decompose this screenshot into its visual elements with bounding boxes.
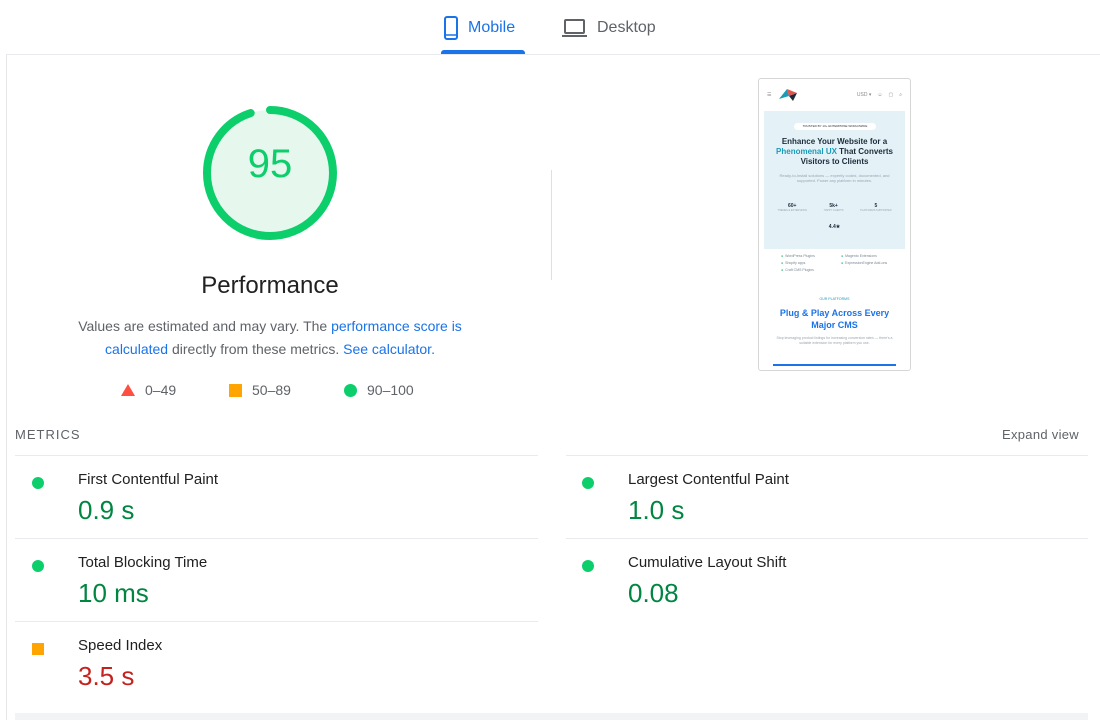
- phone-icon: [444, 15, 458, 40]
- thumb-subtext2: Stop leveraging product listings for inc…: [776, 336, 893, 345]
- thumb-stat: 60+ THEMES & EXTENSIONS: [777, 203, 807, 212]
- thumb-menu-icon: ☰: [767, 92, 772, 98]
- thumb-list-item: Craft CMS Plugins: [781, 268, 841, 272]
- thumb-stats: 60+ THEMES & EXTENSIONS 5k+ HAPPY CLIENTS …: [769, 203, 900, 212]
- page-screenshot-thumbnail[interactable]: ☰ USD ▾ ☺ ▢ ⌕ TRUSTED BY 10+ ENTERPRISE …: [758, 78, 911, 371]
- metric-cumulative-layout-shift: Cumulative Layout Shift 0.08: [581, 554, 1081, 634]
- thumb-stat-label: HAPPY CLIENTS: [823, 209, 844, 212]
- metric-name: First Contentful Paint: [78, 471, 219, 488]
- thumb-stat: 5k+ HAPPY CLIENTS: [824, 203, 844, 212]
- performance-score: 95: [247, 142, 293, 186]
- legend-average-label: 50–89: [252, 382, 291, 398]
- thumb-list-item: Shopify apps: [781, 261, 841, 265]
- legend-average: 50–89: [229, 382, 291, 398]
- thumb-heading2: Plug & Play Across Every Major CMS: [779, 308, 890, 330]
- tab-mobile-label: Mobile: [468, 18, 516, 36]
- thumb-hero: TRUSTED BY 10+ ENTERPRISE WORLDWIDE Enha…: [764, 111, 905, 249]
- thumb-list-item: WordPress Plugins: [781, 254, 841, 258]
- thumb-stat: 5 PLATFORMS SUPPORTED: [860, 203, 891, 212]
- pass-circle-icon: [582, 477, 594, 489]
- metric-first-contentful-paint: First Contentful Paint 0.9 s: [31, 471, 531, 551]
- metric-name: Speed Index: [78, 637, 163, 654]
- thumb-header: ☰ USD ▾ ☺ ▢ ⌕: [759, 79, 910, 111]
- thumb-small-label: OUR PLATFORMS: [819, 297, 850, 301]
- thumb-stat-label: PLATFORMS SUPPORTED: [860, 209, 892, 212]
- thumb-cart-icon: ▢: [888, 92, 894, 98]
- circle-icon: [344, 383, 357, 397]
- thumb-badge: TRUSTED BY 10+ ENTERPRISE WORLDWIDE: [794, 123, 876, 130]
- thumb-heading: Enhance Your Website for a Phenomenal UX…: [768, 137, 901, 167]
- vertical-divider: [551, 170, 552, 280]
- laptop-icon: [562, 18, 587, 37]
- metric-largest-contentful-paint: Largest Contentful Paint 1.0 s: [581, 471, 1081, 551]
- thumb-stat-label: THEMES & EXTENSIONS: [777, 209, 807, 212]
- pass-circle-icon: [32, 560, 44, 572]
- pass-circle-icon: [582, 560, 594, 572]
- metrics-divider: [15, 455, 538, 456]
- legend-poor-label: 0–49: [145, 382, 177, 398]
- tab-mobile[interactable]: Mobile: [441, 0, 526, 55]
- thumb-currency: USD ▾: [856, 92, 872, 98]
- thumb-rating: 4.4★: [828, 224, 841, 230]
- metric-total-blocking-time: Total Blocking Time 10 ms: [31, 554, 531, 634]
- thumb-heading-part1: Enhance Your Website for a: [781, 137, 888, 146]
- thumb-logo-icon: [779, 89, 798, 101]
- thumb-user-icon: ☺: [877, 92, 883, 98]
- average-square-icon: [32, 643, 44, 655]
- see-calculator-link[interactable]: See calculator.: [343, 341, 435, 357]
- bottom-section-edge: [15, 713, 1088, 720]
- thumb-bar: [773, 364, 896, 366]
- legend-good: 90–100: [344, 382, 414, 398]
- metric-speed-index: Speed Index 3.5 s: [31, 637, 531, 717]
- performance-description: Values are estimated and may vary. The p…: [60, 315, 480, 361]
- legend-poor: 0–49: [121, 382, 176, 398]
- pass-circle-icon: [32, 477, 44, 489]
- triangle-icon: [121, 384, 135, 396]
- score-legend: 0–49 50–89 90–100: [0, 382, 540, 402]
- metrics-heading: METRICS: [15, 427, 81, 442]
- thumb-search-icon: ⌕: [899, 92, 902, 98]
- thumb-subtext: Ready-to-install solutions — expertly co…: [779, 173, 890, 183]
- square-icon: [229, 383, 242, 397]
- thumb-heading-highlight: Phenomenal UX: [776, 147, 837, 156]
- tab-desktop-label: Desktop: [597, 18, 656, 36]
- description-text-middle: directly from these metrics.: [168, 341, 344, 357]
- metric-value: 0.08: [628, 578, 679, 608]
- expand-view-toggle[interactable]: Expand view: [1002, 427, 1079, 442]
- metric-name: Largest Contentful Paint: [628, 471, 789, 488]
- metrics-divider: [566, 455, 1088, 456]
- device-tabs: Mobile Desktop: [0, 0, 1100, 55]
- metric-value: 10 ms: [78, 578, 149, 608]
- thumb-list-item: ExpressionEngine Add-ons: [841, 261, 901, 265]
- legend-good-label: 90–100: [367, 382, 414, 398]
- metric-name: Total Blocking Time: [78, 554, 208, 571]
- performance-title: Performance: [201, 272, 339, 299]
- metric-value: 3.5 s: [78, 661, 135, 691]
- thumb-platform-list: WordPress Plugins Magento Extensions Sho…: [781, 254, 901, 272]
- metric-value: 1.0 s: [628, 495, 685, 525]
- metric-value: 0.9 s: [78, 495, 135, 525]
- metric-name: Cumulative Layout Shift: [628, 554, 787, 571]
- thumb-list-item: Magento Extensions: [841, 254, 901, 258]
- tab-desktop[interactable]: Desktop: [562, 0, 672, 55]
- description-text-prefix: Values are estimated and may vary. The: [78, 318, 332, 334]
